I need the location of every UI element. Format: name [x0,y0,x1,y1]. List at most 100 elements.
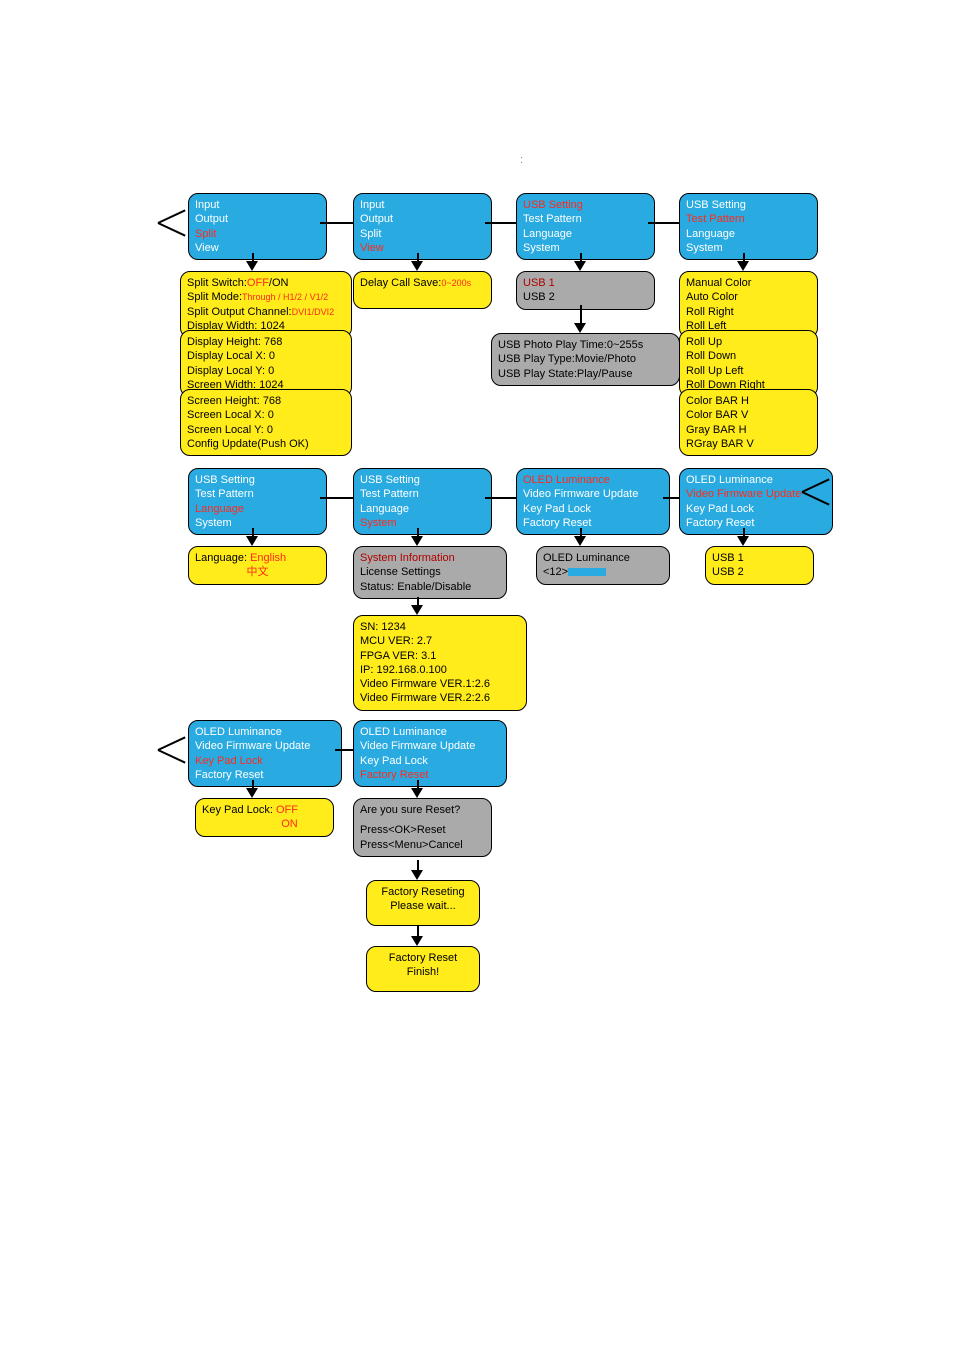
setting-row[interactable]: USB Play State:Play/Pause [498,367,673,381]
menu-item[interactable]: Factory Reset [523,516,663,530]
usb-2[interactable]: USB 2 [523,290,648,304]
ok-hint[interactable]: Press<OK>Reset [360,823,485,837]
setting-row[interactable]: Split Mode:Through / H1/2 / V1/2 [187,290,345,304]
menu-item[interactable]: Test Pattern [360,487,485,501]
setting-row[interactable]: Split Switch:OFF/ON [187,276,345,290]
pattern-item[interactable]: Roll Up [686,335,811,349]
menu-item-selected[interactable]: Split [195,227,320,241]
test-pattern-group1: Manual Color Auto Color Roll Right Roll … [679,271,818,338]
menu-item[interactable]: Video Firmware Update [195,739,335,753]
setting-row[interactable]: USB Play Type:Movie/Photo [498,352,673,366]
usb-select: USB 1 USB 2 [516,271,655,310]
pattern-item[interactable]: Manual Color [686,276,811,290]
pattern-item[interactable]: Roll Down [686,349,811,363]
menu-item-selected[interactable]: Language [195,502,320,516]
keypad-on[interactable]: ON [202,817,327,831]
setting-row[interactable]: Display Height: 768 [187,335,345,349]
arrowhead-icon [574,261,586,271]
menu-item[interactable]: Input [195,198,320,212]
menu-item[interactable]: Output [360,212,485,226]
menu-item[interactable]: Key Pad Lock [523,502,663,516]
page: : { "page_title": ":", "row1": { "b1": {… [0,0,954,1350]
arrowhead-icon [737,261,749,271]
system-info[interactable]: System Information [360,551,500,565]
pattern-item[interactable]: Roll Up Left [686,364,811,378]
setting-row[interactable]: Config Update(Push OK) [187,437,345,451]
factory-reset-confirm: Are you sure Reset? Press<OK>Reset Press… [353,798,492,857]
menu-item-selected[interactable]: View [360,241,485,255]
connector [335,749,353,751]
connector [648,222,679,224]
menu-item[interactable]: System [195,516,320,530]
menu-oled-luminance: OLED Luminance Video Firmware Update Key… [516,468,670,535]
menu-item[interactable]: System [686,241,811,255]
pattern-item[interactable]: RGray BAR V [686,437,811,451]
menu-item[interactable]: Key Pad Lock [686,502,826,516]
pattern-item[interactable]: Color BAR V [686,408,811,422]
system-information: SN: 1234 MCU VER: 2.7 FPGA VER: 3.1 IP: … [353,615,527,711]
setting-row[interactable]: Screen Local X: 0 [187,408,345,422]
menu-factory-reset: OLED Luminance Video Firmware Update Key… [353,720,507,787]
menu-item[interactable]: USB Setting [686,198,811,212]
menu-item[interactable]: Key Pad Lock [360,754,500,768]
setting-row[interactable]: Split Output Channel:DVI1/DVI2 [187,305,345,319]
menu-item[interactable]: Test Pattern [523,212,648,226]
menu-item[interactable]: Input [360,198,485,212]
keypad-row[interactable]: Key Pad Lock: OFF [202,803,327,817]
setting-row[interactable]: USB Photo Play Time:0~255s [498,338,673,352]
menu-item[interactable]: Language [523,227,648,241]
setting-row[interactable]: Display Local Y: 0 [187,364,345,378]
menu-item[interactable]: Language [686,227,811,241]
menu-item-selected[interactable]: Test Pattern [686,212,811,226]
menu-item-selected[interactable]: USB Setting [523,198,648,212]
menu-item[interactable]: Factory Reset [195,768,335,782]
usb-1[interactable]: USB 1 [712,551,807,565]
menu-item[interactable]: View [195,241,320,255]
menu-item-selected[interactable]: Key Pad Lock [195,754,335,768]
language-cn[interactable]: 中文 [195,565,320,579]
language-row[interactable]: Language: English [195,551,320,565]
cancel-hint[interactable]: Press<Menu>Cancel [360,838,485,852]
info-row: Video Firmware VER.2:2.6 [360,691,520,705]
setting-row[interactable]: Screen Height: 768 [187,394,345,408]
menu-item[interactable]: Language [360,502,485,516]
menu-item[interactable]: OLED Luminance [195,725,335,739]
info-row: SN: 1234 [360,620,520,634]
setting-row[interactable]: Display Local X: 0 [187,349,345,363]
menu-item[interactable]: Video Firmware Update [523,487,663,501]
menu-item-selected[interactable]: System [360,516,485,530]
menu-item-selected[interactable]: OLED Luminance [523,473,663,487]
menu-item[interactable]: System [523,241,648,255]
pattern-item[interactable]: Gray BAR H [686,423,811,437]
delay-call-save[interactable]: Delay Call Save:0~200s [353,271,492,309]
usb-2[interactable]: USB 2 [712,565,807,579]
menu-usbsetting: USB Setting Test Pattern Language System [516,193,655,260]
connector [663,497,679,499]
license-settings[interactable]: License Settings [360,565,500,579]
factory-reset-done: Factory Reset Finish! [366,946,480,992]
split-settings: Split Switch:OFF/ON Split Mode:Through /… [180,271,352,338]
usb-1[interactable]: USB 1 [523,276,648,290]
menu-item[interactable]: OLED Luminance [360,725,500,739]
pattern-item[interactable]: Auto Color [686,290,811,304]
menu-item[interactable]: OLED Luminance [686,473,826,487]
menu-item[interactable]: USB Setting [195,473,320,487]
menu-item-selected[interactable]: Factory Reset [360,768,500,782]
oled-luminance-box[interactable]: OLED Luminance <12> [536,546,670,585]
pattern-item[interactable]: Roll Right [686,305,811,319]
menu-item[interactable]: Factory Reset [686,516,826,530]
continue-line [158,209,186,223]
status-toggle[interactable]: Status: Enable/Disable [360,580,500,594]
menu-item[interactable]: Split [360,227,485,241]
menu-item[interactable]: Test Pattern [195,487,320,501]
menu-item[interactable]: USB Setting [360,473,485,487]
continue-line [158,222,186,236]
firmware-usb-select: USB 1 USB 2 [705,546,814,585]
pattern-item[interactable]: Color BAR H [686,394,811,408]
msg-line: Factory Reset [373,951,473,965]
setting-row[interactable]: Screen Local Y: 0 [187,423,345,437]
menu-item[interactable]: Output [195,212,320,226]
confirm-text: Are you sure Reset? [360,803,485,817]
menu-item[interactable]: Video Firmware Update [360,739,500,753]
continue-line [158,749,186,763]
